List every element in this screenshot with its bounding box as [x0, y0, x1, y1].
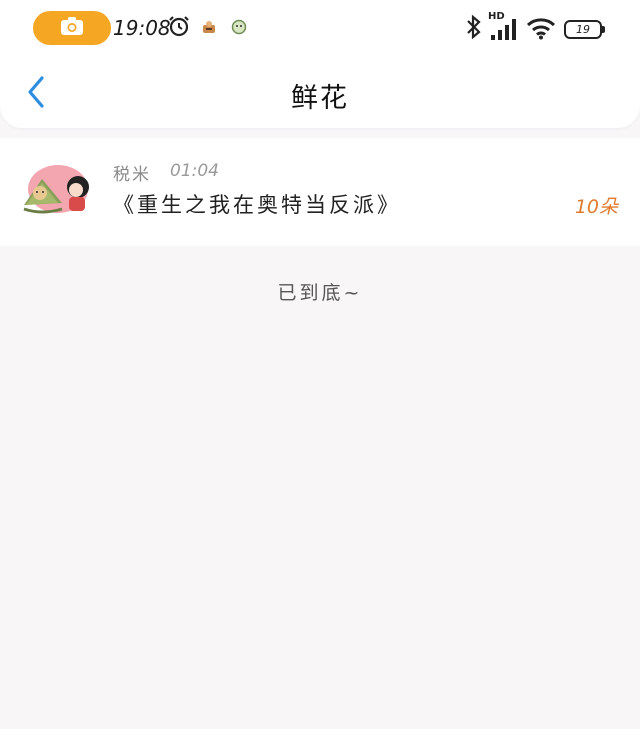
bluetooth-icon — [465, 14, 483, 40]
gift-work-title[interactable]: 《重生之我在奥特当反派》 — [113, 189, 401, 219]
avatar[interactable] — [22, 165, 94, 217]
gift-amount: 10朵 — [574, 196, 618, 218]
battery-level: 19 — [576, 23, 590, 36]
signal-icon: HD — [488, 11, 522, 41]
gift-time: 01:04 — [170, 161, 219, 181]
list-item[interactable]: 税米 01:04 《重生之我在奥特当反派》 10朵 — [0, 138, 640, 246]
app-notification-icon-2 — [231, 19, 247, 35]
gift-user-name[interactable]: 税米 — [113, 160, 151, 185]
signal-hd-label: HD — [488, 11, 505, 22]
alarm-icon — [167, 14, 191, 38]
status-bar: 19:08 HD 19 — [0, 8, 640, 48]
page-title: 鲜花 — [291, 83, 349, 114]
top-bar: 19:08 HD 19 鲜花 — [0, 0, 640, 128]
wifi-icon — [526, 16, 556, 40]
end-of-list-note: 已到底~ — [277, 282, 363, 304]
app-notification-icon — [201, 19, 217, 35]
status-time: 19:08 — [113, 16, 171, 40]
screen-record-pill[interactable] — [33, 11, 111, 45]
battery-indicator: 19 — [564, 20, 605, 39]
camera-icon — [60, 16, 84, 40]
